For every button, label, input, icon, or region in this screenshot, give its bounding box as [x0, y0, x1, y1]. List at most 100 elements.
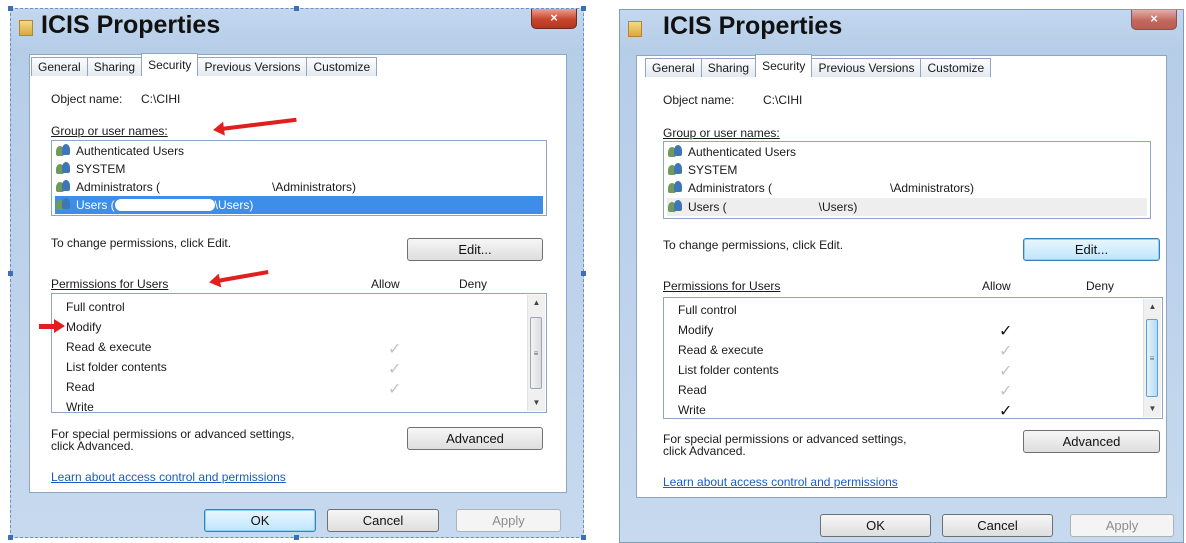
scroll-thumb[interactable]: ≡ — [1146, 319, 1158, 397]
perm-row-write: Write — [678, 400, 706, 420]
advanced-button[interactable]: Advanced — [1023, 430, 1160, 453]
permissions-list[interactable]: Full control Modify Read & execute List … — [51, 293, 547, 414]
perm-row-read-execute: Read & execute — [66, 337, 151, 357]
close-button[interactable]: × — [1131, 10, 1177, 30]
tab-sharing[interactable]: Sharing — [700, 58, 757, 77]
tab-strip: General Sharing Security Previous Versio… — [645, 53, 992, 77]
selection-handle — [581, 535, 586, 540]
perm-row-modify: Modify — [66, 317, 101, 337]
permissions-list[interactable]: Full control Modify Read & execute List … — [663, 297, 1163, 420]
tab-general[interactable]: General — [31, 57, 88, 76]
properties-dialog-left: ICIS Properties × General Sharing Securi… — [8, 6, 586, 540]
change-permissions-text: To change permissions, click Edit. — [51, 236, 232, 250]
user-name: SYSTEM — [76, 162, 126, 176]
user-group-icon — [55, 144, 73, 156]
allow-check-read[interactable]: ✓ — [999, 384, 1012, 400]
permissions-for-label: Permissions for Users — [51, 277, 169, 291]
tab-previous-versions[interactable]: Previous Versions — [811, 58, 922, 77]
scroll-down-arrow-icon[interactable]: ▼ — [1144, 401, 1161, 417]
allow-check-read[interactable]: ✓ — [388, 382, 401, 398]
allow-check-read-execute[interactable]: ✓ — [388, 342, 401, 358]
dialog-title: ICIS Properties — [663, 12, 843, 40]
user-row-users[interactable]: Users ( \Users) — [55, 196, 543, 214]
scroll-up-arrow-icon[interactable]: ▲ — [1144, 299, 1161, 315]
tab-security[interactable]: Security — [141, 53, 199, 76]
ok-button[interactable]: OK — [204, 509, 316, 532]
user-name: Administrators ( — [688, 181, 773, 195]
user-name: SYSTEM — [688, 163, 738, 177]
allow-check-modify[interactable]: ✓ — [999, 324, 1012, 340]
group-or-user-names-label: Group or user names: — [663, 126, 780, 140]
perm-name: Write — [66, 400, 94, 414]
tab-previous-versions[interactable]: Previous Versions — [197, 57, 308, 76]
perm-row-list-folder-contents: List folder contents — [678, 360, 779, 380]
cancel-button[interactable]: Cancel — [327, 509, 439, 532]
allow-check-read-execute[interactable]: ✓ — [999, 344, 1012, 360]
permissions-scrollbar[interactable]: ▲ ≡ ▼ — [1143, 299, 1161, 417]
learn-more-link[interactable]: Learn about access control and permissio… — [663, 475, 898, 489]
user-row-system[interactable]: SYSTEM — [667, 161, 1147, 179]
perm-name: Full control — [678, 303, 737, 317]
allow-check-write[interactable]: ✓ — [999, 404, 1012, 420]
folder-icon — [19, 20, 33, 36]
user-name: Users ( — [76, 198, 115, 212]
annotation-arrow-modify — [39, 319, 65, 333]
perm-row-read: Read — [678, 380, 707, 400]
scroll-down-arrow-icon[interactable]: ▼ — [528, 395, 545, 411]
group-user-list[interactable]: Authenticated Users SYSTEM Administrator… — [51, 140, 547, 216]
ok-button[interactable]: OK — [820, 514, 931, 537]
perm-row-read: Read — [66, 377, 95, 397]
perm-name: Read & execute — [678, 343, 764, 357]
tab-sharing[interactable]: Sharing — [86, 57, 143, 76]
deny-column-header: Deny — [1086, 279, 1115, 293]
user-name-suffix: \Users) — [214, 198, 254, 212]
permissions-scrollbar[interactable]: ▲ ≡ ▼ — [527, 295, 545, 411]
user-group-icon — [667, 200, 685, 212]
perm-name: Full control — [66, 300, 125, 314]
object-name-label: Object name: — [663, 93, 735, 107]
close-button[interactable]: × — [531, 9, 577, 29]
group-user-list[interactable]: Authenticated Users SYSTEM Administrator… — [663, 141, 1151, 219]
perm-row-full-control: Full control — [66, 297, 125, 317]
user-row-administrators[interactable]: Administrators ( \Administrators) — [667, 179, 1147, 197]
apply-button[interactable]: Apply — [456, 509, 561, 532]
user-name-suffix: \Administrators) — [890, 181, 975, 195]
object-name-label: Object name: — [51, 92, 123, 106]
user-row-authenticated-users[interactable]: Authenticated Users — [667, 143, 1147, 161]
tab-security[interactable]: Security — [755, 54, 813, 77]
learn-more-link[interactable]: Learn about access control and permissio… — [51, 470, 286, 484]
perm-row-read-execute: Read & execute — [678, 340, 763, 360]
perm-row-list-folder-contents: List folder contents — [66, 357, 167, 377]
perm-name: Read — [66, 380, 95, 394]
allow-check-list-folder-contents[interactable]: ✓ — [999, 364, 1012, 380]
edit-button[interactable]: Edit... — [1023, 238, 1160, 261]
advanced-button[interactable]: Advanced — [407, 427, 543, 450]
tab-general[interactable]: General — [645, 58, 702, 77]
tab-customize[interactable]: Customize — [920, 58, 992, 77]
allow-column-header: Allow — [371, 277, 400, 291]
user-group-icon — [55, 180, 73, 192]
user-row-administrators[interactable]: Administrators (\Administrators) — [55, 178, 543, 196]
tab-customize[interactable]: Customize — [306, 57, 378, 76]
deny-column-header: Deny — [459, 277, 488, 291]
user-group-icon — [55, 198, 73, 210]
scroll-up-arrow-icon[interactable]: ▲ — [528, 295, 545, 311]
perm-name: Modify — [66, 320, 102, 334]
cancel-button[interactable]: Cancel — [942, 514, 1053, 537]
user-name-suffix: \Users) — [818, 200, 858, 214]
perm-name: List folder contents — [66, 360, 167, 374]
special-permissions-text-line2: click Advanced. — [663, 444, 746, 458]
edit-button[interactable]: Edit... — [407, 238, 543, 261]
user-row-users[interactable]: Users (\Users) — [667, 198, 1147, 216]
user-row-system[interactable]: SYSTEM — [55, 160, 543, 178]
perm-row-full-control: Full control — [678, 300, 737, 320]
special-permissions-text-line2: click Advanced. — [51, 439, 134, 453]
apply-button[interactable]: Apply — [1070, 514, 1174, 537]
group-or-user-names-label: Group or user names: — [51, 124, 168, 138]
user-row-authenticated-users[interactable]: Authenticated Users — [55, 142, 543, 160]
perm-row-write: Write — [66, 397, 94, 417]
scroll-thumb[interactable]: ≡ — [530, 317, 542, 389]
perm-name: Write — [678, 403, 706, 417]
selection-handle — [581, 271, 586, 276]
allow-check-list-folder-contents[interactable]: ✓ — [388, 362, 401, 378]
